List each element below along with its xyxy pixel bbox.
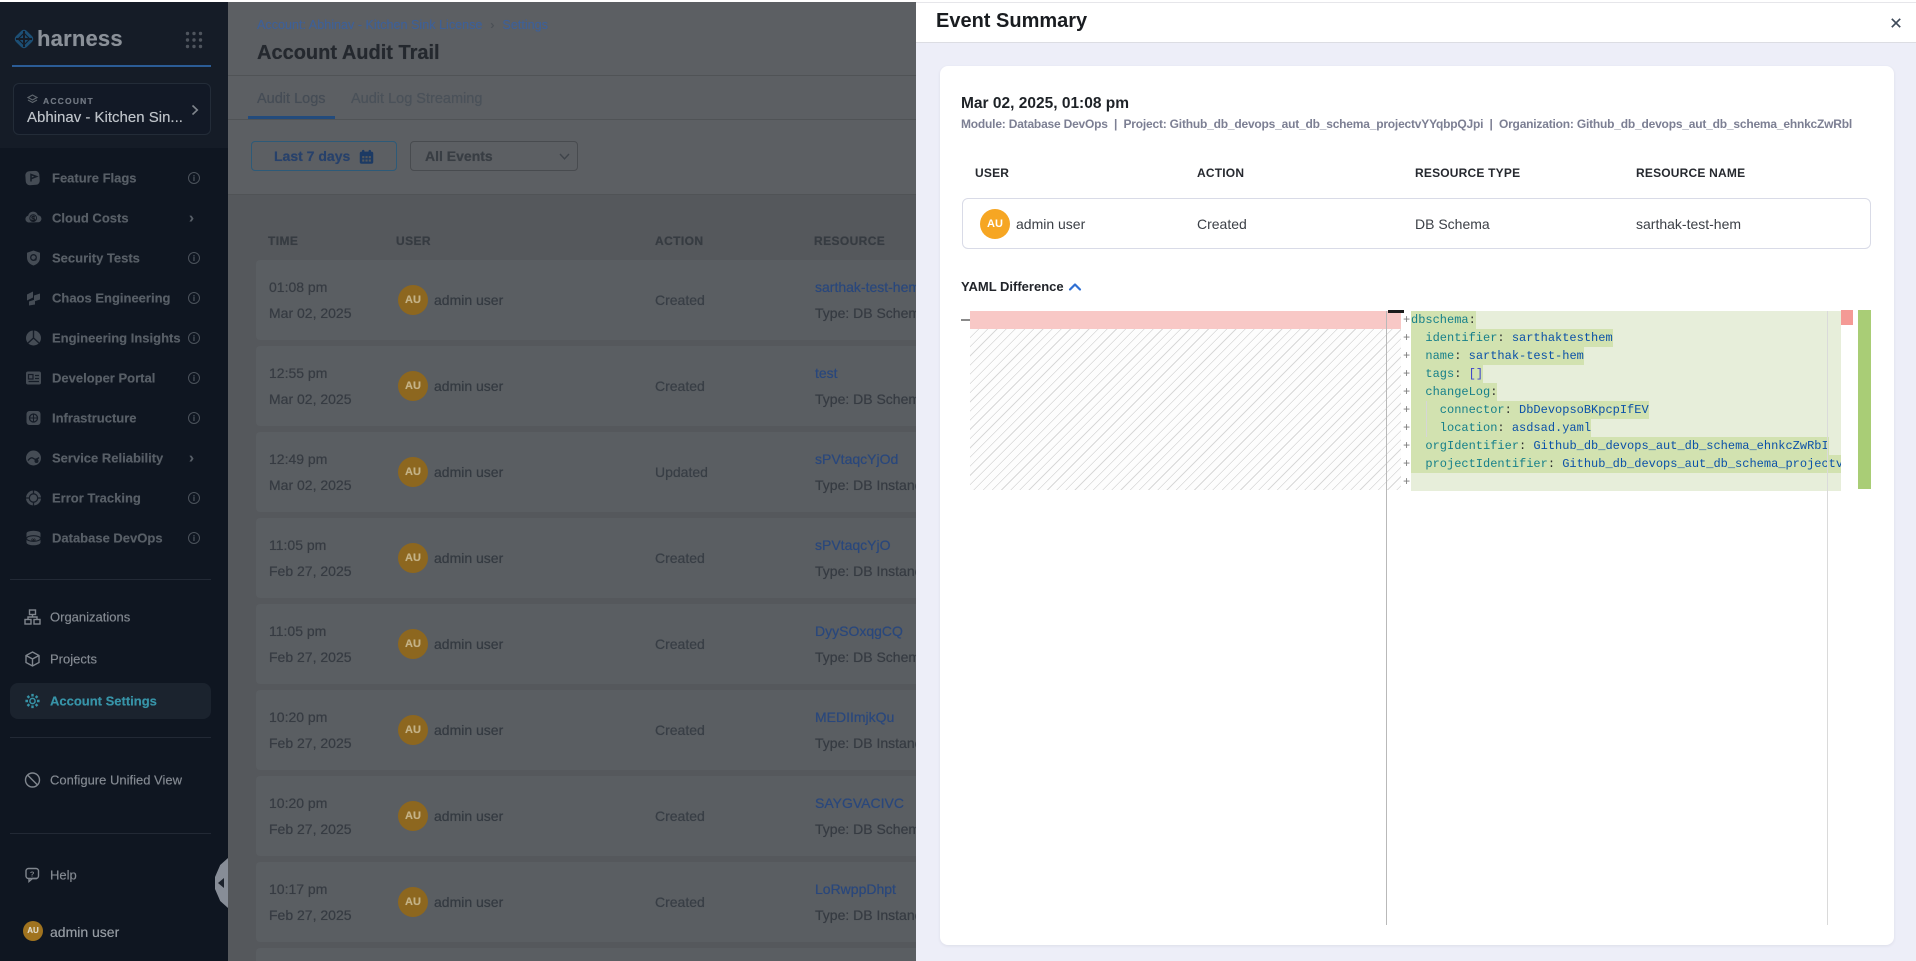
svg-text:?: ?: [30, 869, 35, 878]
svg-text:∞: ∞: [31, 538, 35, 544]
